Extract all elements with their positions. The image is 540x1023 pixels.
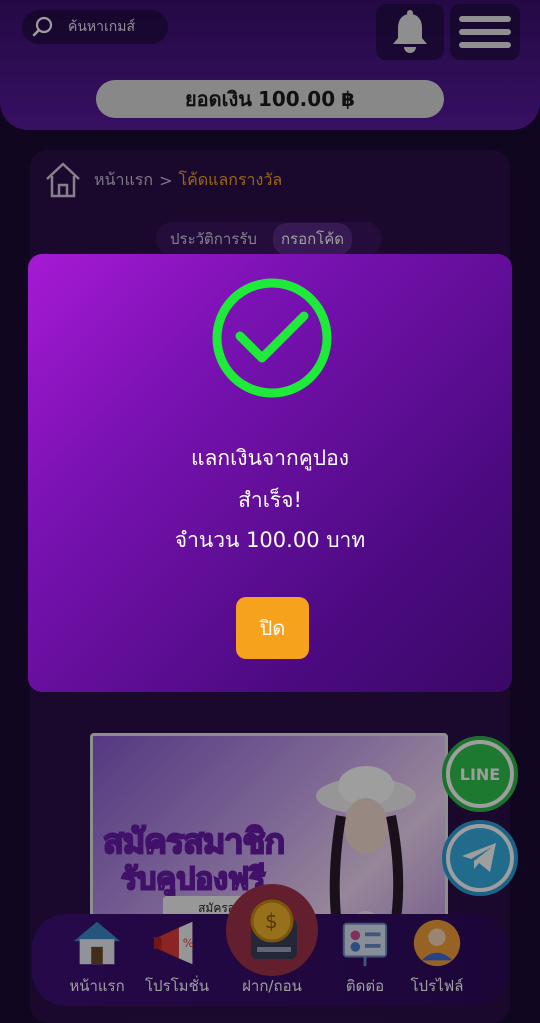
close-button[interactable]: ปิด xyxy=(236,597,309,659)
modal-message-amount: จำนวน 100.00 บาท xyxy=(174,528,366,552)
modal-message-line2: สำเร็จ! xyxy=(238,488,302,512)
modal-message-line1: แลกเงินจากคูปอง xyxy=(191,446,349,470)
check-circle-icon xyxy=(212,278,332,398)
